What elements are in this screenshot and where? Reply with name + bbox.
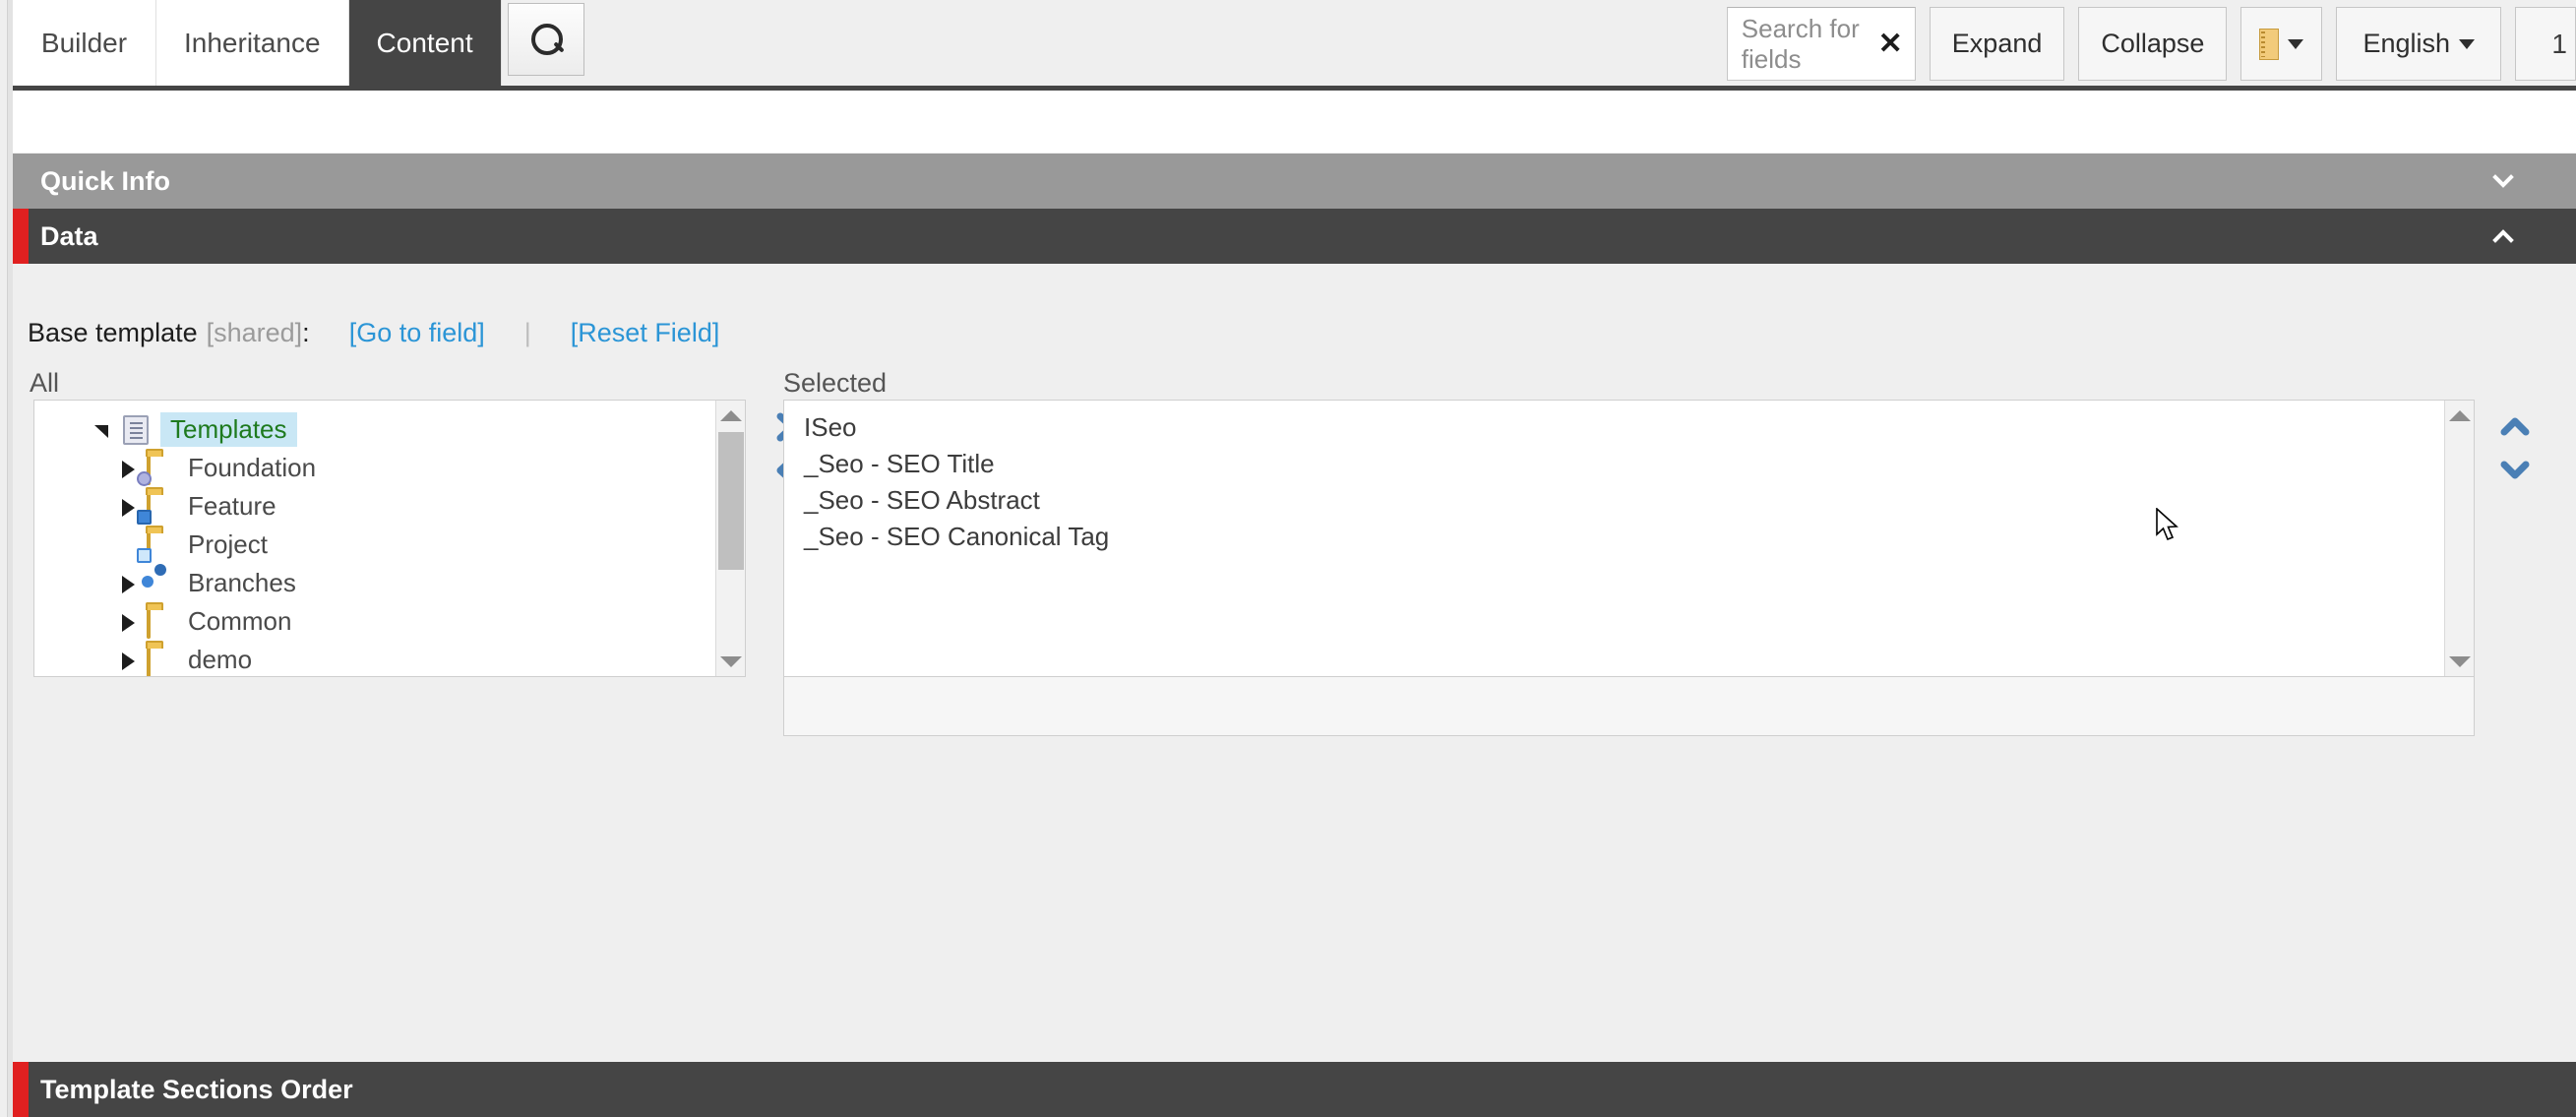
scroll-down-button[interactable] — [716, 647, 745, 676]
tree-item-templates[interactable]: Templates — [34, 410, 713, 449]
scroll-down-button[interactable] — [2445, 647, 2474, 676]
triangle-up-icon — [720, 409, 742, 421]
go-to-field-link[interactable]: [Go to field] — [349, 318, 485, 348]
template-icon — [123, 414, 149, 445]
tab-inheritance[interactable]: Inheritance — [156, 0, 349, 86]
selected-panel-footer — [783, 677, 2475, 736]
data-section-marker — [13, 209, 29, 264]
tabs: Builder Inheritance Content — [13, 0, 584, 86]
search-icon — [529, 23, 563, 56]
move-down-button[interactable] — [2487, 448, 2543, 491]
scrollbar-thumb[interactable] — [718, 432, 744, 570]
top-toolbar: Search for fields ✕ Expand Collapse Engl… — [1726, 7, 2576, 81]
tree-item-label: Foundation — [188, 453, 317, 482]
version-button[interactable]: 1 — [2515, 7, 2576, 81]
folder-icon — [147, 604, 176, 639]
tab-inheritance-label: Inheritance — [184, 27, 321, 58]
section-header-quick-info[interactable]: Quick Info — [13, 154, 2576, 209]
chevron-up-icon[interactable] — [2491, 224, 2515, 248]
list-item[interactable]: _Seo - SEO Title — [804, 451, 2434, 476]
data-title: Data — [40, 220, 98, 251]
twisty-open-icon[interactable] — [92, 417, 117, 443]
template-sections-order-title: Template Sections Order — [40, 1074, 353, 1104]
tree-item-label: Templates — [160, 412, 297, 447]
reorder-buttons — [2487, 404, 2543, 491]
tree-item-label: Project — [188, 529, 268, 559]
selected-column-label: Selected — [783, 368, 888, 398]
search-tab-button[interactable] — [507, 3, 584, 76]
close-icon[interactable]: ✕ — [1878, 29, 1903, 59]
tab-content[interactable]: Content — [348, 0, 502, 86]
tab-builder[interactable]: Builder — [13, 0, 156, 86]
folder-window-icon — [137, 527, 176, 563]
tree-scrollbar[interactable] — [715, 401, 745, 676]
chevron-down-icon — [2459, 38, 2475, 49]
twisty-closed-icon[interactable] — [115, 571, 141, 596]
triangle-down-icon — [720, 655, 742, 667]
scroll-up-button[interactable] — [2445, 401, 2474, 430]
twisty-closed-icon[interactable] — [115, 609, 141, 635]
tree-item-foundation[interactable]: Foundation — [34, 449, 713, 487]
twisty-closed-icon[interactable] — [115, 648, 141, 673]
template-sections-order-marker — [13, 1062, 29, 1117]
tab-builder-label: Builder — [40, 27, 128, 58]
quick-info-title: Quick Info — [40, 165, 171, 196]
list-item[interactable]: _Seo - SEO Abstract — [804, 487, 2434, 513]
scroll-up-button[interactable] — [716, 401, 745, 430]
chevron-down-icon[interactable] — [2491, 169, 2515, 193]
field-ruler-dropdown-button[interactable] — [2240, 7, 2323, 81]
tab-strip: Builder Inheritance Content Search for f… — [13, 0, 2576, 90]
reset-field-link[interactable]: [Reset Field] — [571, 318, 720, 348]
collapse-button-label: Collapse — [2101, 29, 2205, 58]
folder-gear-icon — [137, 451, 176, 486]
puzzle-icon — [147, 569, 176, 598]
ruler-icon — [2259, 28, 2280, 60]
tabstrip-white-band — [13, 91, 2576, 153]
list-item[interactable]: _Seo - SEO Canonical Tag — [804, 524, 2434, 549]
tree-root: Templates Foundation Feature Project Bra… — [34, 410, 713, 676]
folder-blocks-icon — [137, 489, 176, 525]
triangle-up-icon — [2449, 409, 2471, 421]
language-dropdown-button[interactable]: English — [2336, 7, 2501, 81]
data-section-body: Base template [shared] : [Go to field] |… — [13, 264, 2576, 1062]
base-template-field-row: Base template [shared] : [Go to field] |… — [28, 318, 719, 348]
base-template-shared-tag: [shared] — [206, 318, 303, 347]
section-header-template-sections-order[interactable]: Template Sections Order — [13, 1062, 2576, 1117]
list-item[interactable]: ISeo — [804, 414, 2434, 440]
tree-item-feature[interactable]: Feature — [34, 487, 713, 526]
tab-content-label: Content — [376, 27, 473, 58]
language-label: English — [2362, 29, 2450, 58]
selected-items: ISeo _Seo - SEO Title _Seo - SEO Abstrac… — [804, 414, 2434, 560]
tree-item-label: Common — [188, 606, 292, 636]
triangle-down-icon — [2449, 655, 2471, 667]
all-templates-tree[interactable]: Templates Foundation Feature Project Bra… — [33, 400, 746, 677]
tree-item-project[interactable]: Project — [34, 526, 713, 564]
tree-item-label: Branches — [188, 568, 296, 597]
tree-item-branches[interactable]: Branches — [34, 564, 713, 602]
tree-item-demo[interactable]: demo — [34, 641, 713, 676]
app-left-rail — [0, 0, 8, 1117]
selected-fields-list[interactable]: ISeo _Seo - SEO Title _Seo - SEO Abstrac… — [783, 400, 2475, 677]
tree-item-label: Feature — [188, 491, 276, 521]
selected-scrollbar[interactable] — [2444, 401, 2474, 676]
chevron-down-icon — [2288, 38, 2304, 49]
collapse-button[interactable]: Collapse — [2078, 7, 2228, 81]
expand-button-label: Expand — [1951, 29, 2043, 58]
base-template-colon: : — [302, 318, 310, 347]
tree-item-common[interactable]: Common — [34, 602, 713, 641]
link-separator: | — [523, 318, 531, 347]
version-label: 1 — [2551, 28, 2567, 59]
expand-button[interactable]: Expand — [1929, 7, 2065, 81]
all-column-label: All — [30, 368, 60, 398]
section-header-data[interactable]: Data — [13, 209, 2576, 264]
base-template-label: Base template — [28, 318, 198, 347]
search-input[interactable]: Search for fields — [1742, 14, 1878, 75]
move-up-button[interactable] — [2487, 404, 2543, 448]
tree-item-label: demo — [188, 645, 253, 674]
folder-icon — [147, 643, 176, 676]
search-field-wrapper[interactable]: Search for fields ✕ — [1726, 7, 1916, 81]
